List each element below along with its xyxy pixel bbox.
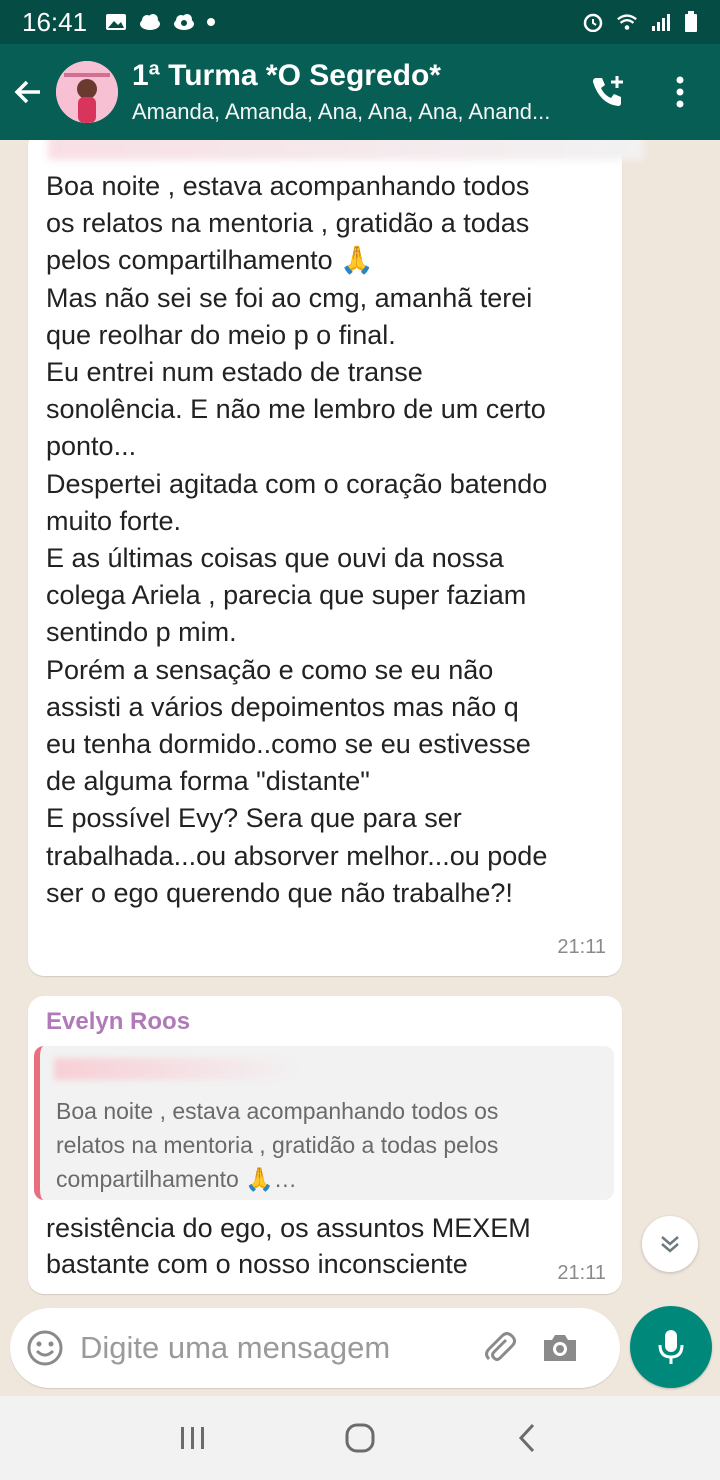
emoji-button[interactable] <box>10 1308 80 1388</box>
gallery-icon <box>106 14 127 30</box>
composer-box <box>10 1308 620 1388</box>
status-bar: 16:41 <box>0 0 720 44</box>
chat-title: 1ª Turma *O Segredo* <box>132 59 441 92</box>
home-icon <box>345 1423 375 1453</box>
recent-apps-icon <box>181 1427 205 1449</box>
quoted-message[interactable]: Boa noite , estava acompanhando todos os… <box>34 1046 614 1200</box>
composer-bar <box>0 1300 720 1396</box>
quoted-text: Boa noite , estava acompanhando todos os… <box>56 1098 499 1192</box>
cloud-icon <box>140 14 161 30</box>
voice-message-button[interactable] <box>630 1306 712 1388</box>
redacted-quote-author <box>54 1058 304 1080</box>
attach-button[interactable] <box>470 1308 530 1388</box>
status-time: 16:41 <box>22 6 88 37</box>
mic-icon <box>658 1330 684 1364</box>
reply-bubble[interactable]: Evelyn Roos Boa noite , estava acompanha… <box>28 996 622 1294</box>
avatar-image <box>56 61 118 123</box>
menu-button[interactable] <box>656 64 704 120</box>
battery-icon <box>685 11 697 32</box>
scroll-to-bottom-button[interactable] <box>642 1216 698 1272</box>
paperclip-icon <box>485 1332 516 1361</box>
back-icon <box>518 1423 534 1453</box>
double-chevron-down-icon <box>661 1236 679 1253</box>
emoji-icon <box>27 1330 63 1366</box>
camera-button[interactable] <box>530 1308 590 1388</box>
alarm-icon <box>583 13 603 32</box>
add-call-icon <box>593 76 623 106</box>
nav-back-button[interactable] <box>497 1408 557 1468</box>
more-vert-icon <box>676 76 684 108</box>
signal-icon <box>652 14 670 31</box>
redacted-sender <box>48 140 644 160</box>
camera-icon <box>544 1335 576 1361</box>
status-icons-right <box>582 11 698 33</box>
cloud-sync-icon <box>174 14 195 30</box>
sender-name: Evelyn Roos <box>46 1008 191 1035</box>
message-input[interactable] <box>80 1330 470 1366</box>
reply-time: 21:11 <box>557 1262 606 1284</box>
message-time: 21:11 <box>557 936 606 958</box>
status-icons-left <box>105 12 216 32</box>
system-navigation-bar <box>0 1396 720 1480</box>
home-button[interactable] <box>330 1408 390 1468</box>
chat-participants: Amanda, Amanda, Ana, Ana, Ana, Anand... <box>132 99 551 124</box>
group-avatar[interactable] <box>56 61 118 123</box>
dot-icon <box>207 18 216 26</box>
message-text: Boa noite , estava acompanhando todos os… <box>46 171 548 908</box>
add-call-button[interactable] <box>580 64 636 120</box>
wifi-icon <box>617 14 637 30</box>
reply-text: resistência do ego, os assuntos MEXEM ba… <box>46 1213 531 1279</box>
back-button[interactable] <box>0 44 56 140</box>
chat-title-block[interactable]: 1ª Turma *O Segredo* Amanda, Amanda, Ana… <box>132 59 572 125</box>
arrow-back-icon <box>14 80 40 104</box>
recent-apps-button[interactable] <box>163 1408 223 1468</box>
chat-header: 1ª Turma *O Segredo* Amanda, Amanda, Ana… <box>0 44 720 140</box>
chat-area[interactable]: Boa noite , estava acompanhando todos os… <box>0 140 720 1300</box>
message-bubble[interactable]: Boa noite , estava acompanhando todos os… <box>28 140 644 976</box>
